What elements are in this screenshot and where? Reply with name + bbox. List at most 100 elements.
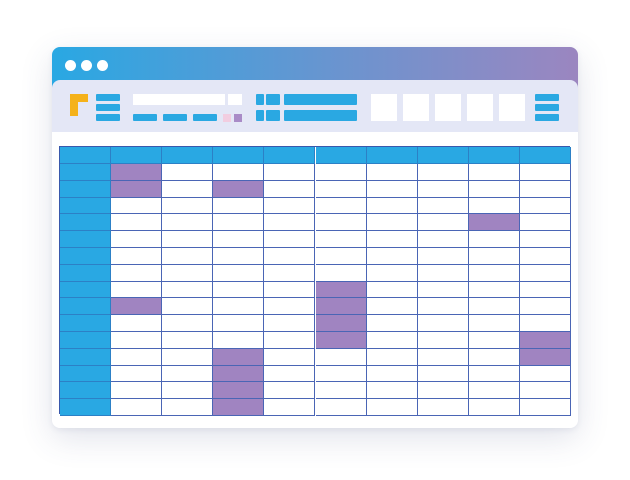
grid-cell[interactable] [468,180,520,198]
column-header[interactable] [468,147,520,164]
toolbar-tab-2[interactable] [163,114,187,121]
grid-cell[interactable] [162,214,214,232]
grid-cell[interactable] [213,164,265,181]
grid-cell[interactable] [111,281,163,299]
grid-cell[interactable] [366,180,418,198]
grid-cell[interactable] [519,197,571,215]
grid-cell[interactable] [315,164,367,181]
column-header[interactable] [111,147,163,164]
grid-cell[interactable] [468,197,520,215]
window-maximize-button[interactable] [97,60,108,71]
grid-cell[interactable] [417,281,469,299]
window-close-button[interactable] [65,60,76,71]
row-header[interactable] [60,180,112,198]
column-header[interactable] [264,147,316,164]
grid-cell[interactable] [111,332,163,349]
grid-cell[interactable] [468,281,520,299]
grid-cell[interactable] [213,264,265,282]
grid-cell[interactable] [417,180,469,198]
highlighted-cell[interactable] [213,365,265,383]
grid-cell[interactable] [468,365,520,383]
highlighted-cell[interactable] [111,180,163,198]
row-header[interactable] [60,264,112,282]
color-swatch-pink[interactable] [223,114,231,122]
column-header[interactable] [519,147,571,164]
grid-cell[interactable] [468,332,520,349]
grid-cell[interactable] [264,264,316,282]
grid-cell[interactable] [162,315,214,332]
grid-cell[interactable] [468,231,520,248]
grid-cell[interactable] [264,248,316,265]
row-header[interactable] [60,197,112,215]
grid-cell[interactable] [162,348,214,366]
grid-cell[interactable] [264,180,316,198]
grid-cell[interactable] [162,382,214,400]
grid-cell[interactable] [366,399,418,416]
grid-cell[interactable] [366,281,418,299]
format-toggle-2[interactable] [266,94,280,105]
grid-cell[interactable] [162,365,214,383]
grid-cell[interactable] [519,231,571,248]
grid-cell[interactable] [315,365,367,383]
grid-cell[interactable] [519,248,571,265]
grid-cell[interactable] [315,348,367,366]
toolbar-tab-3[interactable] [193,114,217,121]
row-header[interactable] [60,248,112,265]
grid-cell[interactable] [264,197,316,215]
column-header[interactable] [213,147,265,164]
highlighted-cell[interactable] [468,214,520,232]
format-bar-bottom[interactable] [284,110,357,121]
column-header[interactable] [366,147,418,164]
grid-cell[interactable] [264,399,316,416]
grid-cell[interactable] [468,164,520,181]
grid-cell[interactable] [162,231,214,248]
grid-cell[interactable] [162,399,214,416]
highlighted-cell[interactable] [315,298,367,316]
grid-cell[interactable] [366,365,418,383]
column-header[interactable] [315,147,367,164]
grid-cell[interactable] [417,315,469,332]
highlighted-cell[interactable] [519,332,571,349]
grid-cell[interactable] [519,315,571,332]
grid-cell[interactable] [111,365,163,383]
menu-bar-1[interactable] [96,94,120,101]
view-button-4[interactable] [467,94,493,121]
grid-cell[interactable] [111,231,163,248]
format-bar-top[interactable] [284,94,357,105]
highlighted-cell[interactable] [213,180,265,198]
row-header[interactable] [60,348,112,366]
column-header[interactable] [417,147,469,164]
options-bar-3[interactable] [535,114,559,121]
grid-cell[interactable] [315,248,367,265]
grid-cell[interactable] [162,164,214,181]
highlighted-cell[interactable] [213,399,265,416]
color-swatch-purple[interactable] [234,114,242,122]
grid-cell[interactable] [468,248,520,265]
window-minimize-button[interactable] [81,60,92,71]
grid-cell[interactable] [417,382,469,400]
highlighted-cell[interactable] [315,315,367,332]
grid-cell[interactable] [162,197,214,215]
grid-cell[interactable] [519,214,571,232]
grid-cell[interactable] [366,248,418,265]
grid-cell[interactable] [519,180,571,198]
grid-cell[interactable] [417,332,469,349]
grid-cell[interactable] [162,332,214,349]
grid-cell[interactable] [111,248,163,265]
grid-cell[interactable] [264,365,316,383]
view-button-1[interactable] [371,94,397,121]
grid-cell[interactable] [111,315,163,332]
grid-cell[interactable] [162,281,214,299]
grid-cell[interactable] [111,348,163,366]
highlighted-cell[interactable] [213,348,265,366]
grid-cell[interactable] [213,315,265,332]
view-button-3[interactable] [435,94,461,121]
row-header[interactable] [60,298,112,316]
row-header[interactable] [60,164,112,181]
grid-cell[interactable] [366,348,418,366]
row-header[interactable] [60,231,112,248]
grid-cell[interactable] [213,231,265,248]
search-button[interactable] [228,94,242,105]
row-header[interactable] [60,332,112,349]
grid-cell[interactable] [417,197,469,215]
